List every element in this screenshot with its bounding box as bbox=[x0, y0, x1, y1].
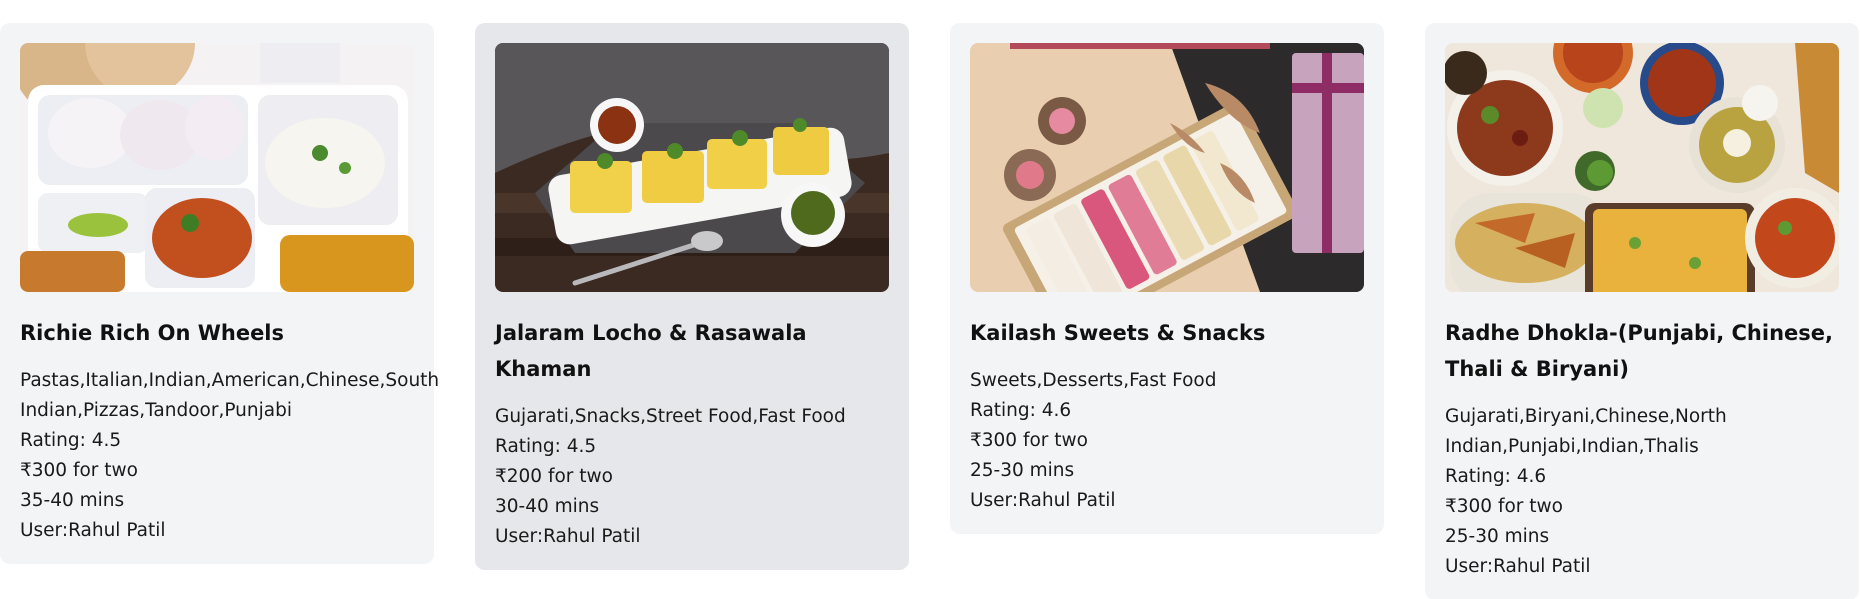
restaurant-delivery-time: 35-40 mins bbox=[20, 490, 125, 511]
food-spread-photo bbox=[1445, 43, 1839, 292]
thali-plate-photo bbox=[20, 43, 414, 292]
restaurant-cuisines: Gujarati,Snacks,Street Food,Fast Food bbox=[495, 406, 846, 427]
restaurant-rating: Rating: 4.6 bbox=[1445, 466, 1547, 487]
restaurant-photo bbox=[495, 43, 889, 292]
restaurant-cost: ₹200 for two bbox=[495, 466, 613, 487]
restaurant-cuisines: Pastas,Italian,Indian,American,Chinese,S… bbox=[20, 370, 440, 421]
dhokla-platter-photo bbox=[495, 43, 889, 292]
sweets-box-photo bbox=[970, 43, 1364, 292]
restaurant-user: User:Rahul Patil bbox=[1445, 556, 1591, 577]
restaurant-rating: Rating: 4.5 bbox=[20, 430, 122, 451]
restaurant-user: User:Rahul Patil bbox=[20, 520, 166, 541]
restaurant-cost: ₹300 for two bbox=[1445, 496, 1563, 517]
restaurant-photo bbox=[20, 43, 414, 292]
restaurant-cost: ₹300 for two bbox=[970, 430, 1088, 451]
restaurant-name: Jalaram Locho & Rasawala Khaman bbox=[495, 321, 807, 381]
restaurant-delivery-time: 25-30 mins bbox=[1445, 526, 1550, 547]
restaurant-user: User:Rahul Patil bbox=[970, 490, 1116, 511]
restaurant-card[interactable]: Jalaram Locho & Rasawala Khaman Gujarati… bbox=[475, 23, 909, 570]
restaurant-details: Gujarati,Biryani,Chinese,North Indian,Pu… bbox=[1445, 402, 1839, 582]
restaurant-name: Kailash Sweets & Snacks bbox=[970, 321, 1266, 345]
restaurant-details: Gujarati,Snacks,Street Food,Fast Food Ra… bbox=[495, 402, 889, 552]
restaurant-card[interactable]: Richie Rich On Wheels Pastas,Italian,Ind… bbox=[0, 23, 440, 564]
restaurant-cuisines: Sweets,Desserts,Fast Food bbox=[970, 370, 1217, 391]
restaurant-photo bbox=[970, 43, 1364, 292]
restaurant-photo bbox=[1445, 43, 1839, 292]
restaurant-details: Sweets,Desserts,Fast Food Rating: 4.6 ₹3… bbox=[970, 366, 1364, 516]
restaurant-card[interactable]: Radhe Dhokla-(Punjabi, Chinese, Thali & … bbox=[1425, 23, 1859, 599]
restaurant-rating: Rating: 4.5 bbox=[495, 436, 597, 457]
restaurant-delivery-time: 25-30 mins bbox=[970, 460, 1075, 481]
restaurant-cuisines: Gujarati,Biryani,Chinese,North Indian,Pu… bbox=[1445, 406, 1727, 457]
restaurant-card-row: Richie Rich On Wheels Pastas,Italian,Ind… bbox=[0, 0, 1861, 599]
restaurant-name: Radhe Dhokla-(Punjabi, Chinese, Thali & … bbox=[1445, 321, 1833, 381]
restaurant-user: User:Rahul Patil bbox=[495, 526, 641, 547]
restaurant-details: Pastas,Italian,Indian,American,Chinese,S… bbox=[20, 366, 440, 546]
restaurant-card[interactable]: Kailash Sweets & Snacks Sweets,Desserts,… bbox=[950, 23, 1384, 534]
restaurant-name: Richie Rich On Wheels bbox=[20, 321, 285, 345]
restaurant-delivery-time: 30-40 mins bbox=[495, 496, 600, 517]
restaurant-rating: Rating: 4.6 bbox=[970, 400, 1072, 421]
restaurant-cost: ₹300 for two bbox=[20, 460, 138, 481]
